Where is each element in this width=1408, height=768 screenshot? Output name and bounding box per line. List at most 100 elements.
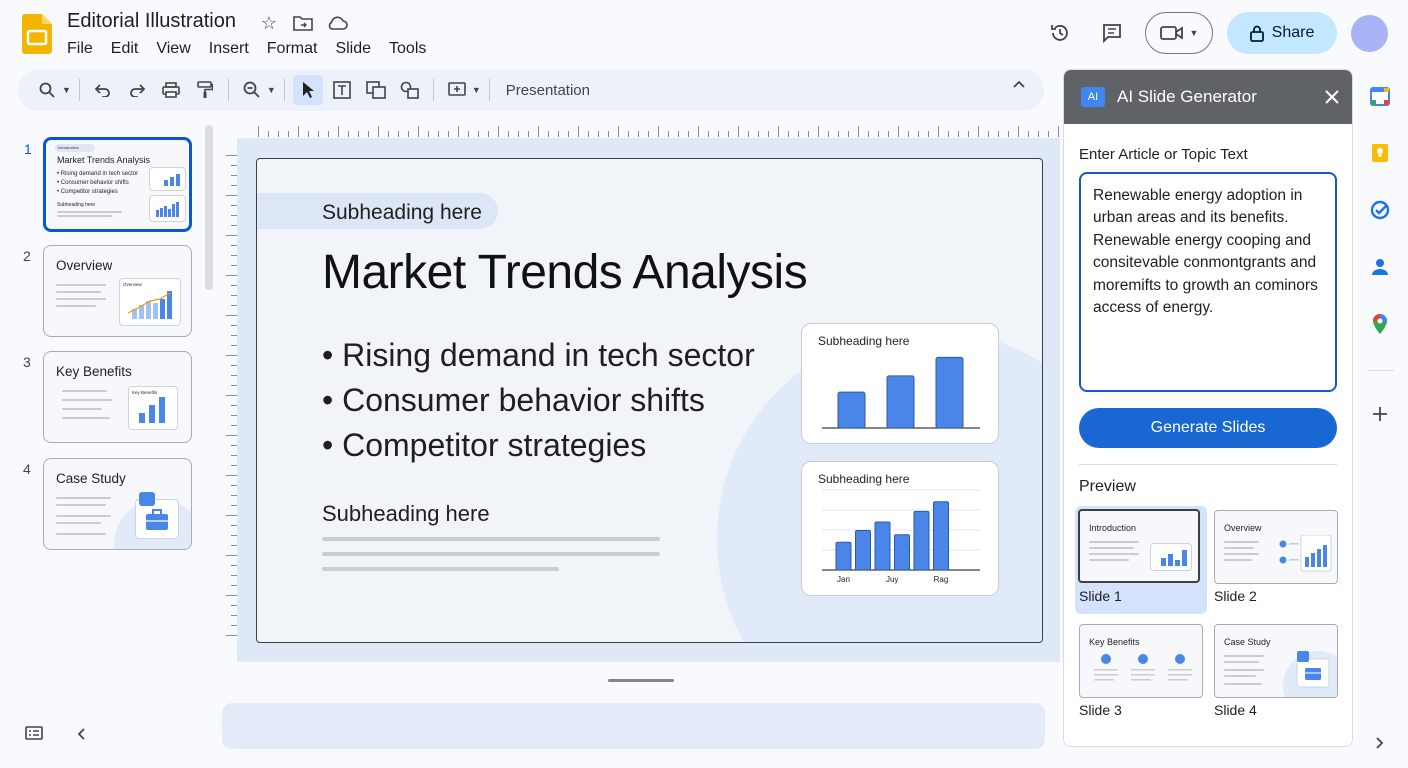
thumb-bullet: • Rising demand in tech sector bbox=[57, 171, 139, 177]
share-button[interactable]: Share bbox=[1227, 12, 1337, 54]
add-addon-icon[interactable] bbox=[1368, 402, 1392, 426]
slide-title[interactable]: Market Trends Analysis bbox=[322, 245, 808, 300]
chart-card-1[interactable]: Subheading here bbox=[801, 323, 999, 444]
menu-tools[interactable]: Tools bbox=[389, 40, 426, 58]
chevron-down-icon[interactable]: ▼ bbox=[472, 85, 481, 95]
zoom-icon bbox=[243, 81, 260, 98]
menu-insert[interactable]: Insert bbox=[209, 40, 249, 58]
chevron-down-icon[interactable]: ▼ bbox=[62, 85, 71, 95]
slide-subheading-top[interactable]: Subheading here bbox=[322, 201, 482, 225]
filmstrip-scrollbar[interactable] bbox=[205, 125, 213, 290]
menu-file[interactable]: File bbox=[67, 40, 93, 58]
filmstrip-slide-1[interactable]: Introduction Market Trends Analysis • Ri… bbox=[43, 137, 192, 232]
preview-slide-3[interactable]: Key Benefits Slide 3 bbox=[1077, 622, 1203, 726]
preview-slide-label: Slide 4 bbox=[1214, 702, 1257, 718]
slide-subheading-bottom[interactable]: Subheading here bbox=[322, 501, 490, 527]
meet-button[interactable]: ▼ bbox=[1145, 12, 1213, 54]
search-menus-button[interactable] bbox=[32, 75, 62, 105]
add-comment-icon bbox=[448, 82, 466, 96]
lock-icon bbox=[1249, 25, 1264, 42]
bar-chart-2: Jan Juy Rag bbox=[822, 489, 980, 584]
input-label: Enter Article or Topic Text bbox=[1079, 146, 1248, 163]
insert-image-button[interactable] bbox=[361, 75, 391, 105]
slides-logo-icon[interactable] bbox=[22, 14, 52, 54]
menu-edit[interactable]: Edit bbox=[111, 40, 139, 58]
toolbar-mode-label: Presentation bbox=[505, 81, 590, 99]
share-label: Share bbox=[1271, 24, 1315, 41]
select-tool-button[interactable] bbox=[292, 75, 323, 105]
tasks-icon[interactable] bbox=[1368, 198, 1392, 222]
tick-label: Jan bbox=[837, 575, 850, 584]
print-button[interactable] bbox=[156, 75, 186, 105]
calendar-icon[interactable] bbox=[1368, 84, 1392, 108]
slide-number: 4 bbox=[23, 461, 31, 477]
chevron-up-icon[interactable] bbox=[1012, 79, 1026, 89]
slide-number: 3 bbox=[23, 354, 31, 370]
preview-slide-label: Slide 2 bbox=[1214, 588, 1257, 604]
menu-format[interactable]: Format bbox=[267, 40, 318, 58]
menu-view[interactable]: View bbox=[156, 40, 190, 58]
slide-bullet[interactable]: • Rising demand in tech sector bbox=[322, 337, 755, 374]
slide-bullet[interactable]: • Consumer behavior shifts bbox=[322, 382, 705, 419]
resize-handle[interactable] bbox=[608, 679, 674, 682]
bar bbox=[837, 391, 866, 429]
filmstrip-slide-4[interactable]: Case Study bbox=[43, 458, 192, 550]
text-box-button[interactable] bbox=[327, 75, 357, 105]
thumb-chart bbox=[149, 195, 186, 222]
redo-icon bbox=[130, 84, 145, 97]
filmstrip-slide-3[interactable]: Key Benefits Key Benefits bbox=[43, 351, 192, 443]
cursor-arrow-icon bbox=[302, 82, 314, 98]
filmstrip-slide-2[interactable]: Overview Overview bbox=[43, 245, 192, 337]
preview-slide-2[interactable]: Overview Slide 2 bbox=[1212, 508, 1338, 612]
star-icon[interactable]: ☆ bbox=[257, 12, 281, 34]
preview-title: Overview bbox=[1224, 523, 1262, 533]
keep-icon[interactable] bbox=[1368, 141, 1392, 165]
thumb-subheading: Subheading here bbox=[57, 202, 96, 208]
menu-slide[interactable]: Slide bbox=[335, 40, 371, 58]
preview-label: Preview bbox=[1079, 478, 1136, 495]
bar bbox=[855, 530, 871, 571]
current-slide[interactable]: Subheading here Market Trends Analysis •… bbox=[256, 158, 1043, 643]
insert-comment-button[interactable] bbox=[442, 75, 472, 105]
cloud-status-icon[interactable] bbox=[325, 12, 349, 34]
document-title[interactable]: Editorial Illustration bbox=[67, 10, 236, 33]
shapes-icon bbox=[400, 81, 419, 99]
text-box-icon bbox=[333, 81, 351, 99]
generate-slides-button[interactable]: Generate Slides bbox=[1079, 408, 1337, 448]
bar bbox=[935, 356, 964, 429]
speaker-notes[interactable] bbox=[222, 703, 1045, 749]
tick-label: Juy bbox=[886, 575, 898, 584]
grid-view-icon[interactable] bbox=[25, 726, 43, 740]
print-icon bbox=[162, 82, 180, 98]
move-folder-icon[interactable] bbox=[291, 12, 315, 34]
shape-button[interactable] bbox=[395, 75, 425, 105]
chevron-down-icon[interactable]: ▼ bbox=[267, 85, 276, 95]
preview-slide-1[interactable]: Introduction Slide 1 bbox=[1075, 506, 1207, 614]
thumb-title: Key Benefits bbox=[56, 364, 132, 379]
preview-title: Case Study bbox=[1224, 637, 1271, 647]
comment-icon bbox=[1103, 24, 1121, 44]
paint-format-button[interactable] bbox=[190, 75, 220, 105]
chevron-right-icon[interactable] bbox=[1368, 731, 1392, 755]
topic-text-input[interactable] bbox=[1079, 172, 1337, 392]
ai-slide-generator-panel: AI AI Slide Generator Enter Article or T… bbox=[1063, 69, 1353, 747]
undo-button[interactable] bbox=[88, 75, 118, 105]
redo-button[interactable] bbox=[122, 75, 152, 105]
maps-icon[interactable] bbox=[1368, 312, 1392, 336]
bar bbox=[886, 375, 915, 429]
slide-bullet[interactable]: • Competitor strategies bbox=[322, 427, 646, 464]
thumb-chart bbox=[149, 167, 186, 191]
thumb-chart: Key Benefits bbox=[128, 386, 178, 430]
comments-button[interactable] bbox=[1093, 14, 1131, 52]
version-history-button[interactable] bbox=[1041, 14, 1079, 52]
contacts-icon[interactable] bbox=[1368, 255, 1392, 279]
preview-slide-4[interactable]: Case Study Slide 4 bbox=[1212, 622, 1338, 726]
toolbar: ▼ ▼ ▼ Presentation bbox=[18, 69, 1044, 111]
avatar[interactable] bbox=[1351, 14, 1388, 52]
bar bbox=[874, 521, 891, 571]
close-icon[interactable] bbox=[1320, 85, 1344, 109]
preview-slide-label: Slide 1 bbox=[1079, 588, 1122, 604]
chart-card-2[interactable]: Subheading here Jan Juy Rag bbox=[801, 461, 999, 596]
chevron-left-icon[interactable] bbox=[76, 727, 86, 741]
zoom-button[interactable] bbox=[237, 75, 267, 105]
